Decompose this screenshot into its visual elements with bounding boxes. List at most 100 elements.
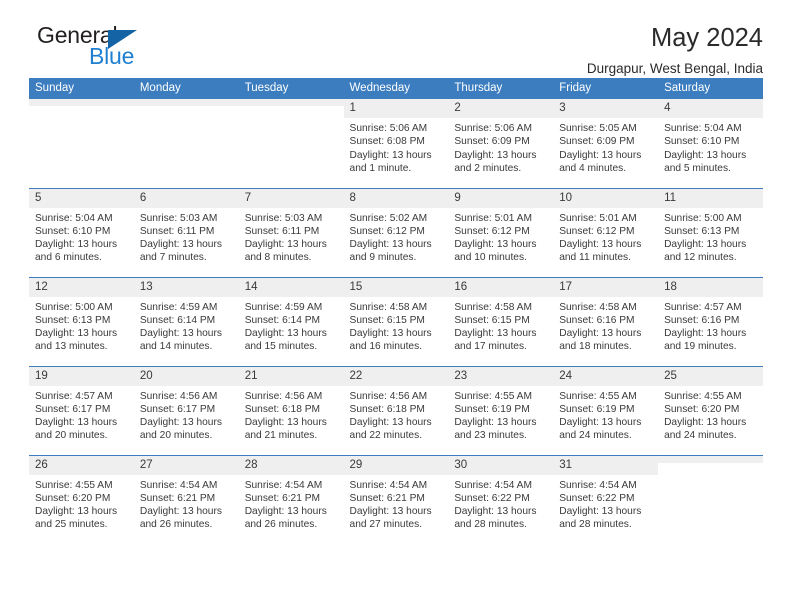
calendar-day-cell[interactable]: 8 Sunrise: 5:02 AM Sunset: 6:12 PM Daylight…	[343, 187, 449, 277]
day-details: Sunrise: 5:00 AM Sunset: 6:13 PM Daylight:…	[29, 297, 134, 354]
calendar-day-cell[interactable]: 7 Sunrise: 5:03 AM Sunset: 6:11 PM Daylight…	[238, 187, 344, 277]
daylight-text-line2: and 23 minutes.	[454, 430, 527, 442]
day-number	[658, 455, 763, 463]
sunrise-text: Sunrise: 4:57 AM	[664, 301, 742, 313]
day-cell-inner: 20 Sunrise: 4:56 AM Sunset: 6:17 PM Dayligh…	[133, 366, 239, 455]
day-number: 15	[343, 277, 449, 297]
day-cell-inner: 30 Sunrise: 4:54 AM Sunset: 6:22 PM Dayligh…	[448, 455, 554, 544]
day-details: Sunrise: 4:54 AM Sunset: 6:21 PM Daylight:…	[239, 475, 344, 532]
day-number: 6	[133, 188, 239, 208]
calendar-day-cell[interactable]: 23 Sunrise: 4:55 AM Sunset: 6:19 PM Dayligh…	[448, 365, 554, 455]
general-blue-logo[interactable]: General Blue	[29, 22, 159, 74]
calendar-day-cell[interactable]: 9 Sunrise: 5:01 AM Sunset: 6:12 PM Daylight…	[448, 187, 554, 277]
day-cell-inner: 29 Sunrise: 4:54 AM Sunset: 6:21 PM Dayligh…	[343, 455, 449, 544]
calendar-day-cell[interactable]: 17 Sunrise: 4:58 AM Sunset: 6:16 PM Dayligh…	[553, 276, 659, 366]
calendar-header-row: Sunday Monday Tuesday Wednesday Thursday…	[29, 78, 763, 99]
calendar-day-cell[interactable]: 6 Sunrise: 5:03 AM Sunset: 6:11 PM Daylight…	[133, 187, 239, 277]
daylight-text-line2: and 11 minutes.	[559, 252, 631, 264]
sunset-text: Sunset: 6:17 PM	[35, 403, 111, 415]
sunset-text: Sunset: 6:14 PM	[244, 314, 321, 326]
calendar-day-cell[interactable]: 16 Sunrise: 4:58 AM Sunset: 6:15 PM Dayligh…	[448, 276, 554, 366]
day-cell-inner: 25 Sunrise: 4:55 AM Sunset: 6:20 PM Dayligh…	[658, 366, 763, 455]
daylight-text-line2: and 24 minutes.	[664, 430, 737, 442]
day-cell-inner: 14 Sunrise: 4:59 AM Sunset: 6:14 PM Dayligh…	[238, 277, 344, 366]
calendar-day-cell[interactable]: 13 Sunrise: 4:59 AM Sunset: 6:14 PM Dayligh…	[133, 276, 239, 366]
day-cell-inner: 19 Sunrise: 4:57 AM Sunset: 6:17 PM Dayligh…	[29, 366, 134, 455]
calendar-day-cell[interactable]: 19 Sunrise: 4:57 AM Sunset: 6:17 PM Dayligh…	[29, 365, 134, 455]
sunset-text: Sunset: 6:09 PM	[454, 136, 530, 148]
day-details: Sunrise: 4:58 AM Sunset: 6:15 PM Daylight:…	[448, 297, 553, 354]
daylight-text-line1: Daylight: 13 hours	[349, 506, 432, 518]
daylight-text-line2: and 5 minutes.	[664, 162, 731, 174]
calendar-day-cell[interactable]: 14 Sunrise: 4:59 AM Sunset: 6:14 PM Dayligh…	[238, 276, 344, 366]
calendar-day-cell[interactable]: 27 Sunrise: 4:54 AM Sunset: 6:21 PM Dayligh…	[133, 454, 239, 544]
daylight-text-line1: Daylight: 13 hours	[664, 417, 747, 429]
calendar-day-cell[interactable]: 24 Sunrise: 4:55 AM Sunset: 6:19 PM Dayligh…	[553, 365, 659, 455]
calendar-day-cell[interactable]: 29 Sunrise: 4:54 AM Sunset: 6:21 PM Dayligh…	[343, 454, 449, 544]
day-details: Sunrise: 5:02 AM Sunset: 6:12 PM Daylight:…	[344, 208, 449, 265]
sunrise-text: Sunrise: 4:56 AM	[349, 390, 428, 402]
calendar-day-cell[interactable]: 22 Sunrise: 4:56 AM Sunset: 6:18 PM Dayligh…	[343, 365, 449, 455]
sunrise-text: Sunrise: 4:54 AM	[559, 479, 637, 491]
sunrise-text: Sunrise: 4:59 AM	[244, 301, 323, 313]
sunrise-text: Sunrise: 4:56 AM	[139, 390, 218, 402]
calendar-day-cell[interactable]: 15 Sunrise: 4:58 AM Sunset: 6:15 PM Dayligh…	[343, 276, 449, 366]
calendar-day-cell[interactable]	[133, 99, 239, 188]
daylight-text-line1: Daylight: 13 hours	[664, 328, 747, 340]
daylight-text-line1: Daylight: 13 hours	[559, 328, 642, 340]
calendar-day-cell[interactable]: 31 Sunrise: 4:54 AM Sunset: 6:22 PM Dayligh…	[553, 454, 659, 544]
title-block: May 2024 Durgapur, West Bengal, India	[587, 22, 763, 76]
day-cell-inner: 24 Sunrise: 4:55 AM Sunset: 6:19 PM Dayligh…	[553, 366, 659, 455]
day-number: 10	[553, 188, 659, 208]
calendar-day-cell[interactable]: 21 Sunrise: 4:56 AM Sunset: 6:18 PM Dayligh…	[238, 365, 344, 455]
calendar-day-cell[interactable]: 25 Sunrise: 4:55 AM Sunset: 6:20 PM Dayligh…	[658, 365, 763, 455]
calendar-week-row: 19 Sunrise: 4:57 AM Sunset: 6:17 PM Dayligh…	[29, 365, 763, 455]
calendar-day-cell[interactable]: 5 Sunrise: 5:04 AM Sunset: 6:10 PM Daylight…	[29, 187, 134, 277]
sunset-text: Sunset: 6:21 PM	[349, 492, 425, 504]
calendar-day-cell[interactable]: 12 Sunrise: 5:00 AM Sunset: 6:13 PM Dayligh…	[29, 276, 134, 366]
sunrise-text: Sunrise: 4:55 AM	[35, 479, 113, 491]
day-details: Sunrise: 4:59 AM Sunset: 6:14 PM Daylight:…	[134, 297, 239, 354]
calendar-day-cell[interactable]: 1 Sunrise: 5:06 AM Sunset: 6:08 PM Daylight…	[343, 99, 449, 188]
day-number: 9	[448, 188, 554, 208]
day-number: 14	[238, 277, 344, 297]
calendar-day-cell[interactable]: 26 Sunrise: 4:55 AM Sunset: 6:20 PM Dayligh…	[29, 454, 134, 544]
sunrise-text: Sunrise: 5:01 AM	[454, 212, 532, 224]
calendar-day-cell[interactable]	[29, 99, 134, 188]
calendar-day-cell[interactable]: 20 Sunrise: 4:56 AM Sunset: 6:17 PM Dayligh…	[133, 365, 239, 455]
daylight-text-line1: Daylight: 13 hours	[559, 506, 642, 518]
daylight-text-line1: Daylight: 13 hours	[454, 328, 537, 340]
calendar-day-cell[interactable]: 3 Sunrise: 5:05 AM Sunset: 6:09 PM Daylight…	[553, 99, 659, 188]
sunset-text: Sunset: 6:12 PM	[559, 225, 635, 237]
weekday-header-thursday: Thursday	[448, 78, 554, 99]
calendar-day-cell[interactable]: 2 Sunrise: 5:06 AM Sunset: 6:09 PM Daylight…	[448, 99, 554, 188]
daylight-text-line2: and 24 minutes.	[559, 430, 632, 442]
weekday-header-saturday: Saturday	[658, 78, 763, 99]
calendar-day-cell[interactable]	[658, 454, 763, 544]
day-number	[29, 99, 134, 106]
sunset-text: Sunset: 6:12 PM	[349, 225, 425, 237]
calendar-day-cell[interactable]: 10 Sunrise: 5:01 AM Sunset: 6:12 PM Dayligh…	[553, 187, 659, 277]
day-cell-inner: 21 Sunrise: 4:56 AM Sunset: 6:18 PM Dayligh…	[238, 366, 344, 455]
daylight-text-line2: and 15 minutes.	[244, 341, 318, 353]
day-number: 21	[238, 366, 344, 386]
daylight-text-line1: Daylight: 13 hours	[244, 328, 327, 340]
day-number: 19	[29, 366, 134, 386]
calendar-day-cell[interactable]	[238, 99, 344, 188]
calendar-day-cell[interactable]: 30 Sunrise: 4:54 AM Sunset: 6:22 PM Dayligh…	[448, 454, 554, 544]
sunrise-text: Sunrise: 5:00 AM	[35, 301, 113, 313]
daylight-text-line1: Daylight: 13 hours	[454, 239, 537, 251]
day-cell-inner: 6 Sunrise: 5:03 AM Sunset: 6:11 PM Daylight…	[133, 188, 239, 277]
day-details: Sunrise: 5:04 AM Sunset: 6:10 PM Daylight:…	[29, 208, 134, 265]
day-details: Sunrise: 4:56 AM Sunset: 6:18 PM Daylight:…	[344, 386, 449, 443]
day-details: Sunrise: 5:06 AM Sunset: 6:09 PM Daylight:…	[448, 118, 553, 175]
calendar-day-cell[interactable]: 18 Sunrise: 4:57 AM Sunset: 6:16 PM Dayligh…	[658, 276, 763, 366]
day-number: 29	[343, 455, 449, 475]
day-details: Sunrise: 4:54 AM Sunset: 6:21 PM Daylight:…	[344, 475, 449, 532]
calendar-day-cell[interactable]: 11 Sunrise: 5:00 AM Sunset: 6:13 PM Dayligh…	[658, 187, 763, 277]
calendar-day-cell[interactable]: 28 Sunrise: 4:54 AM Sunset: 6:21 PM Dayligh…	[238, 454, 344, 544]
calendar-day-cell[interactable]: 4 Sunrise: 5:04 AM Sunset: 6:10 PM Daylight…	[658, 99, 763, 188]
daylight-text-line1: Daylight: 13 hours	[244, 506, 327, 518]
day-cell-inner: 31 Sunrise: 4:54 AM Sunset: 6:22 PM Dayligh…	[553, 455, 659, 544]
day-details: Sunrise: 4:58 AM Sunset: 6:16 PM Daylight:…	[553, 297, 658, 354]
